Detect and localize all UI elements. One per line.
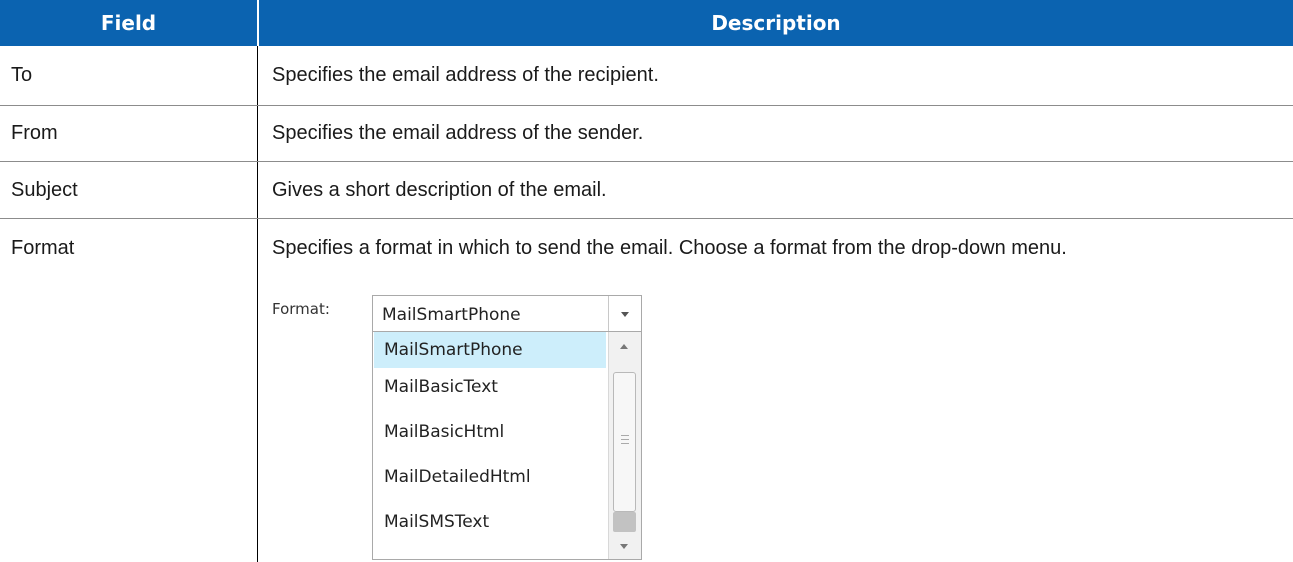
table-row-field-format: Format (11, 237, 75, 259)
format-label: Format: (272, 300, 330, 318)
grip-line (621, 439, 629, 440)
scroll-down-icon[interactable] (620, 544, 628, 549)
scrollbar-track[interactable] (613, 512, 636, 532)
dropdown-toggle-button[interactable] (608, 296, 641, 332)
scrollbar-thumb[interactable] (613, 372, 636, 512)
grip-line (621, 435, 629, 436)
chevron-down-icon (621, 311, 629, 317)
table-row-description-to: Specifies the email address of the recip… (272, 64, 659, 86)
format-options-list: MailSmartPhone MailBasicText MailBasicHt… (372, 331, 642, 560)
option-mailbasichtml[interactable]: MailBasicHtml (374, 414, 606, 450)
column-header-description: Description (259, 0, 1293, 46)
format-select[interactable]: MailSmartPhone (372, 295, 642, 333)
row-divider (0, 105, 1293, 106)
table-row-description-from: Specifies the email address of the sende… (272, 122, 644, 144)
scroll-up-icon[interactable] (620, 344, 628, 349)
table-row-field-to: To (11, 64, 33, 86)
column-header-field: Field (0, 0, 257, 46)
table-row-description-format: Specifies a format in which to send the … (272, 237, 1067, 259)
option-maildetailedhtml[interactable]: MailDetailedHtml (374, 459, 606, 495)
row-divider (0, 218, 1293, 219)
column-divider (257, 46, 258, 562)
table-row-description-subject: Gives a short description of the email. (272, 179, 607, 201)
table-row-field-from: From (11, 122, 58, 144)
format-selected-value: MailSmartPhone (382, 305, 521, 325)
grip-line (621, 443, 629, 444)
option-mailsmstext[interactable]: MailSMSText (374, 504, 606, 540)
option-mailbasictext[interactable]: MailBasicText (374, 369, 606, 405)
row-divider (0, 161, 1293, 162)
option-mailsmartphone[interactable]: MailSmartPhone (374, 332, 606, 368)
table-row-field-subject: Subject (11, 179, 78, 201)
list-scrollbar[interactable] (608, 332, 641, 559)
